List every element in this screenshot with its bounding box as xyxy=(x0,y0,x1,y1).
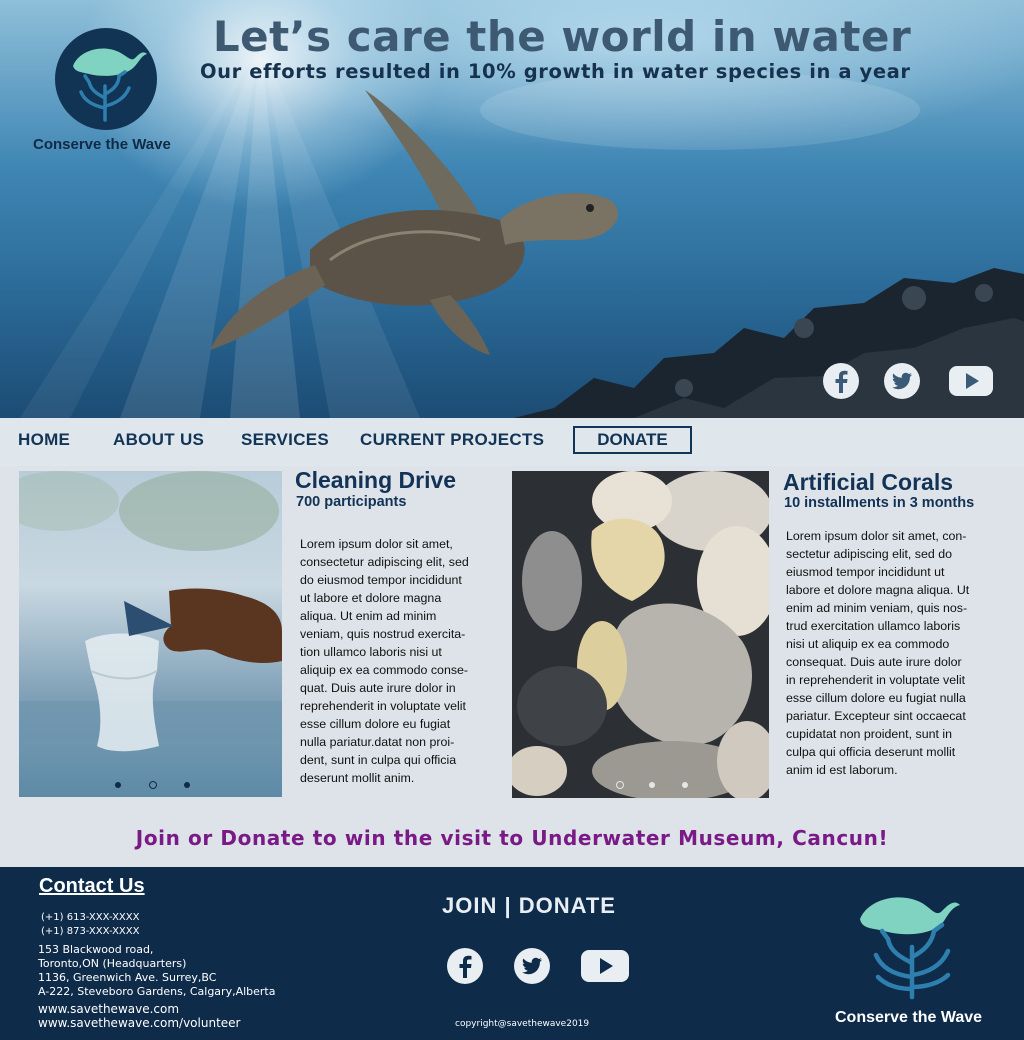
slide-dot-1[interactable] xyxy=(115,782,121,788)
hero-subtitle: Our efforts resulted in 10% growth in wa… xyxy=(200,60,911,83)
facebook-icon[interactable] xyxy=(822,362,860,400)
youtube-icon[interactable] xyxy=(580,947,630,985)
card-subtitle-artificial-corals: 10 installments in 3 months xyxy=(784,495,975,511)
card-title-artificial-corals: Artificial Corals xyxy=(783,469,953,495)
youtube-icon[interactable] xyxy=(948,362,994,400)
card-body-line: esse cillum dolore eu fugiat nulla xyxy=(786,691,966,705)
card-body-line: dent, sunt in culpa qui officia xyxy=(300,753,457,767)
card-body-line: consectetur adipiscing elit, sed xyxy=(300,555,469,569)
address-line: 1136, Greenwich Ave. Surrey,BC xyxy=(38,971,217,984)
address-line: Toronto,ON (Headquarters) xyxy=(38,957,187,970)
card-body-line: trud exercitation ullamco laboris xyxy=(786,619,961,633)
card-body-line: veniam, quis nostrud exercita- xyxy=(300,627,466,641)
whale-coral-logo-icon xyxy=(73,48,147,122)
card-body-line: do eiusmod tempor incididunt xyxy=(300,573,462,587)
coral-stones-photo xyxy=(512,471,769,798)
card-body-line: Lorem ipsum dolor sit amet, xyxy=(300,537,453,551)
whale-coral-logo-icon[interactable] xyxy=(850,885,975,1005)
card-body-artificial-corals: Lorem ipsum dolor sit amet, con- sectetu… xyxy=(786,527,1006,779)
card-body-line: consequat. Duis aute irure dolor xyxy=(786,655,962,669)
card-body-line: tion ullamco laboris nisi ut xyxy=(300,645,442,659)
sea-turtle-illustration xyxy=(210,90,618,355)
card-title-cleaning-drive: Cleaning Drive xyxy=(295,467,457,493)
card-body-line: ut labore et dolore magna xyxy=(300,591,442,605)
card-body-line: pariatur. Excepteur sint occaecat xyxy=(786,709,966,723)
card-body-line: nulla pariatur.datat non proi- xyxy=(300,735,455,749)
card-body-line: esse cillum dolore eu fugiat xyxy=(300,717,451,731)
address-line: A-222, Steveboro Gardens, Calgary,Albert… xyxy=(38,985,276,998)
website-link[interactable]: www.savethewave.com xyxy=(38,1002,179,1016)
donate-button[interactable]: DONATE xyxy=(573,426,692,454)
nav-current-projects[interactable]: CURRENT PROJECTS xyxy=(360,430,544,450)
join-donate-link[interactable]: JOIN | DONATE xyxy=(442,893,616,919)
card-body-line: aliqua. Ut enim ad minim xyxy=(300,609,437,623)
phone-1[interactable]: (+1) 613-XXX-XXXX xyxy=(41,912,140,923)
hero-banner: Let’s care the world in water Our effort… xyxy=(0,0,1024,418)
phone-2[interactable]: (+1) 873-XXX-XXXX xyxy=(41,926,140,937)
hero-title: Let’s care the world in water xyxy=(212,12,912,61)
promo-banner[interactable]: Join or Donate to win the visit to Under… xyxy=(0,826,1024,850)
brand-name: Conserve the Wave xyxy=(835,1009,983,1026)
brand-name: Conserve the Wave xyxy=(33,136,171,153)
facebook-icon[interactable] xyxy=(446,947,484,985)
card-body-line: labore et dolore magna aliqua. Ut xyxy=(786,583,970,597)
card-body-line: nisi ut aliquip ex ea commodo xyxy=(786,637,950,651)
twitter-icon[interactable] xyxy=(513,947,551,985)
contact-title: Contact Us xyxy=(39,875,145,897)
artificial-corals-image[interactable] xyxy=(512,471,769,798)
card-body-line: anim id est laborum. xyxy=(786,763,898,777)
card-body-line: quat. Duis aute irure dolor in xyxy=(300,681,456,695)
cleaning-drive-image[interactable] xyxy=(19,471,282,797)
nav-home[interactable]: HOME xyxy=(18,430,70,450)
card-body-line: culpa qui officia deserunt mollit xyxy=(786,745,956,759)
card-body-line: Lorem ipsum dolor sit amet, con- xyxy=(786,529,967,543)
card-body-cleaning-drive: Lorem ipsum dolor sit amet, consectetur … xyxy=(300,535,500,787)
address-block: 153 Blackwood road, Toronto,ON (Headquar… xyxy=(38,943,275,999)
card-body-line: enim ad minim veniam, quis nos- xyxy=(786,601,968,615)
card-body-line: in reprehenderit in voluptate velit xyxy=(786,673,966,687)
card-body-line: reprehenderit in voluptate velit xyxy=(300,699,466,713)
card-body-line: eiusmod tempor incididunt ut xyxy=(786,565,945,579)
copyright: copyright@savethewave2019 xyxy=(455,1019,590,1029)
nav-services[interactable]: SERVICES xyxy=(241,430,329,450)
card-body-line: sectetur adipiscing elit, sed do xyxy=(786,547,952,561)
twitter-icon[interactable] xyxy=(883,362,921,400)
slide-dot-2[interactable] xyxy=(649,782,655,788)
card-body-line: cupidatat non proident, sunt in xyxy=(786,727,953,741)
card-subtitle-cleaning-drive: 700 participants xyxy=(296,494,407,510)
card-body-line: aliquip ex ea commodo conse- xyxy=(300,663,469,677)
footer: Contact Us (+1) 613-XXX-XXXX (+1) 873-XX… xyxy=(0,867,1024,1040)
nav-about-us[interactable]: ABOUT US xyxy=(113,430,204,450)
main-nav: HOME ABOUT US SERVICES CURRENT PROJECTS xyxy=(0,418,1024,466)
brand-logo[interactable] xyxy=(55,28,157,130)
volunteer-link[interactable]: www.savethewave.com/volunteer xyxy=(38,1016,240,1030)
address-line: 153 Blackwood road, xyxy=(38,943,154,956)
slide-dot-1[interactable] xyxy=(616,781,624,789)
slide-dot-2[interactable] xyxy=(149,781,157,789)
cleaning-drive-photo xyxy=(19,471,282,752)
slide-dot-3[interactable] xyxy=(184,782,190,788)
slide-dot-3[interactable] xyxy=(682,782,688,788)
card-body-line: deserunt mollit anim. xyxy=(300,771,415,785)
